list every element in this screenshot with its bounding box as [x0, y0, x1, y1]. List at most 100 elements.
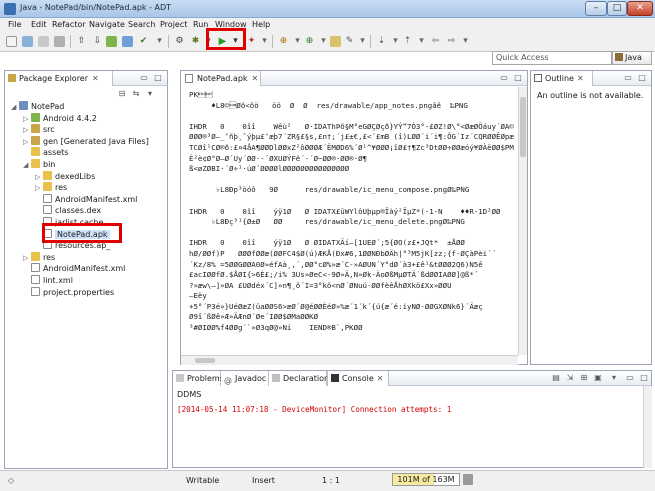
maximize-view-icon[interactable]: □	[637, 73, 647, 83]
minimize-view-icon[interactable]: ▭	[139, 73, 149, 83]
new-dropdown-icon[interactable]: ▾	[292, 36, 303, 47]
tree-item[interactable]: lint.xml	[23, 275, 73, 286]
expand-arrow-icon[interactable]: ▷	[23, 126, 31, 134]
minimize-view-icon[interactable]: ▭	[623, 73, 633, 83]
expand-arrow-icon[interactable]: ▷	[23, 115, 31, 123]
expand-arrow-icon[interactable]: ▷	[35, 173, 43, 181]
avd-manager-icon[interactable]	[122, 36, 133, 47]
annotation-dropdown-icon[interactable]: ▾	[390, 36, 401, 47]
close-tab-icon[interactable]: ✕	[377, 374, 384, 383]
dropdown-chevron-icon[interactable]: ▾	[154, 36, 165, 47]
android-sdk-manager-icon[interactable]	[106, 36, 117, 47]
tab-outline[interactable]: Outline ✕	[531, 71, 593, 86]
menu-project[interactable]: Project	[160, 20, 187, 29]
console-vertical-scrollbar[interactable]	[643, 386, 652, 468]
tree-item[interactable]: ▷ res	[23, 251, 55, 263]
garbage-collect-icon[interactable]	[463, 474, 473, 485]
link-with-editor-icon[interactable]: ⇆	[131, 89, 141, 99]
tree-item[interactable]: ▷ src	[23, 124, 55, 135]
tab-console[interactable]: Console ✕	[327, 371, 389, 386]
collapse-all-icon[interactable]: ⊟	[117, 89, 127, 99]
tree-item[interactable]: project.properties	[23, 286, 114, 298]
editor-horizontal-scrollbar[interactable]	[181, 355, 518, 365]
tree-item[interactable]: classes.dex	[35, 205, 101, 216]
tree-item[interactable]: ◢ NotePad	[11, 101, 64, 112]
import-icon[interactable]: ⇩	[92, 36, 103, 47]
annotation-prev-icon[interactable]: ⇡	[402, 36, 413, 47]
project-icon	[19, 101, 28, 110]
annotation-next-icon[interactable]: ⇣	[376, 36, 387, 47]
scroll-lock-icon[interactable]: ⇲	[565, 373, 575, 383]
menu-edit[interactable]: Edit	[31, 20, 47, 29]
quick-access-input[interactable]: Quick Access	[492, 51, 612, 65]
external-tools-icon[interactable]: ✦	[246, 36, 257, 47]
settings-gear-icon[interactable]: ⚙	[174, 36, 185, 47]
export-icon[interactable]: ⇧	[76, 36, 87, 47]
new-icon[interactable]	[6, 36, 17, 47]
main-toolbar: ⇧ ⇩ ✔ ▾ ⚙ ✱ ▾ ▶ ▾ ✦ ▾ ⊕ ▾ ⊕ ▾ ✎ ▾ ⇣ ▾ ⇡ …	[0, 32, 655, 52]
tab-notepad-apk[interactable]: NotePad.apk ✕	[181, 71, 261, 86]
scroll-thumb[interactable]	[520, 97, 526, 157]
new-class-dropdown-icon[interactable]: ▾	[318, 36, 329, 47]
expand-arrow-icon[interactable]: ◢	[23, 161, 31, 169]
editor-vertical-scrollbar[interactable]	[518, 87, 527, 355]
annotation-prev-dropdown-icon[interactable]: ▾	[416, 36, 427, 47]
close-tab-icon[interactable]: ✕	[252, 74, 259, 83]
back-icon[interactable]: ⇦	[430, 36, 441, 47]
external-tools-dropdown-icon[interactable]: ▾	[259, 36, 270, 47]
minimize-view-icon[interactable]: ▭	[625, 373, 635, 383]
minimize-view-icon[interactable]: ▭	[499, 73, 509, 83]
tab-declaration[interactable]: Declaration	[269, 371, 329, 386]
expand-arrow-icon[interactable]: ▷	[23, 138, 31, 146]
maximize-view-icon[interactable]: □	[153, 73, 163, 83]
open-console-icon[interactable]: ▾	[609, 373, 619, 383]
java-perspective-button[interactable]: Java	[612, 51, 652, 65]
menu-file[interactable]: File	[8, 20, 21, 29]
maximize-view-icon[interactable]: □	[639, 373, 649, 383]
forward-dropdown-icon[interactable]: ▾	[460, 36, 471, 47]
new-java-project-icon[interactable]: ⊕	[278, 36, 289, 47]
expand-arrow-icon[interactable]: ◢	[11, 103, 19, 111]
debug-bug-icon[interactable]: ✱	[190, 36, 201, 47]
maximize-view-icon[interactable]: □	[513, 73, 523, 83]
tree-item[interactable]: AndroidManifest.xml	[23, 263, 125, 274]
editor-text-area[interactable]: PK ♦L8©Øõ<õö öö Ø Ø res/drawable/app_…	[189, 91, 515, 351]
tab-problems[interactable]: Problems	[173, 371, 224, 386]
close-button[interactable]: ✕	[627, 1, 653, 16]
lint-check-icon[interactable]: ✔	[138, 36, 149, 47]
save-icon[interactable]	[22, 36, 33, 47]
tree-item[interactable]: ▷ Android 4.4.2	[23, 112, 97, 124]
scroll-thumb[interactable]	[195, 358, 215, 363]
tree-item[interactable]: AndroidManifest.xml	[35, 193, 137, 205]
tab-package-explorer[interactable]: Package Explorer ✕	[5, 71, 113, 86]
status-marker-icon: ◇	[8, 476, 15, 485]
expand-arrow-icon[interactable]: ▷	[35, 184, 43, 192]
search-icon[interactable]: ✎	[344, 36, 355, 47]
save-all-icon[interactable]	[38, 36, 49, 47]
display-console-icon[interactable]: ▣	[593, 373, 603, 383]
expand-arrow-icon[interactable]: ▷	[23, 254, 31, 262]
clear-console-icon[interactable]: ▤	[551, 373, 561, 383]
tree-item[interactable]: ▷ res	[35, 182, 67, 193]
heap-status[interactable]: 101M of 163M	[392, 473, 460, 486]
pin-console-icon[interactable]: ⊞	[579, 373, 589, 383]
menu-refactor[interactable]: Refactor	[52, 20, 86, 29]
new-package-icon[interactable]: ⊕	[304, 36, 315, 47]
tree-item[interactable]: ▷ gen [Generated Java Files]	[23, 135, 149, 147]
menu-help[interactable]: Help	[252, 20, 270, 29]
tree-item[interactable]: assets	[23, 147, 68, 158]
maximize-button[interactable]: □	[607, 1, 627, 16]
tab-javadoc[interactable]: @ Javadoc	[221, 371, 269, 386]
menu-navigate[interactable]: Navigate	[89, 20, 125, 29]
forward-icon[interactable]: ⇨	[446, 36, 457, 47]
menu-search[interactable]: Search	[128, 20, 155, 29]
search-dropdown-icon[interactable]: ▾	[357, 36, 368, 47]
close-tab-icon[interactable]: ✕	[577, 74, 584, 83]
tree-item[interactable]: ◢ bin	[23, 159, 55, 170]
tree-item[interactable]: ▷ dexedLibs	[35, 170, 95, 182]
close-tab-icon[interactable]: ✕	[92, 74, 99, 83]
print-icon[interactable]	[54, 36, 65, 47]
minimize-button[interactable]: –	[585, 1, 607, 16]
open-type-icon[interactable]	[330, 36, 341, 47]
view-menu-icon[interactable]: ▾	[145, 89, 155, 99]
